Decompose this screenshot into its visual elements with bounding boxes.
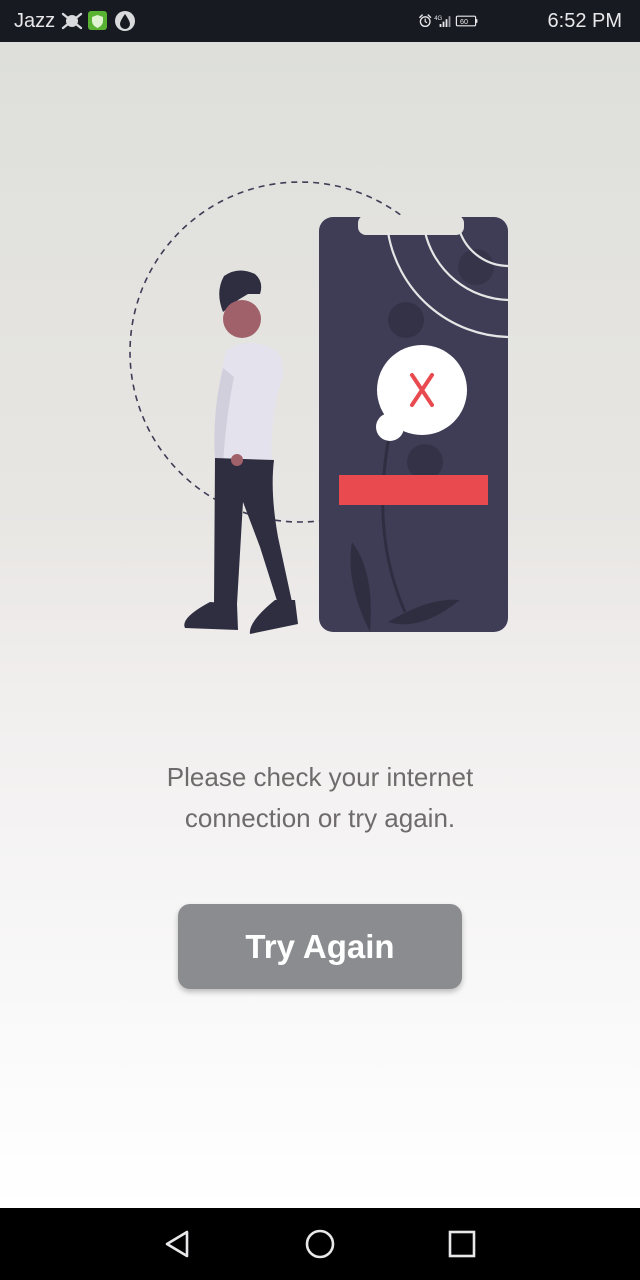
- battery-icon: 60: [455, 15, 478, 27]
- phone-graphic: [319, 215, 509, 632]
- clock-time: 6:52 PM: [547, 10, 622, 32]
- carrier-name: Jazz: [14, 10, 56, 32]
- status-left-icons: [61, 11, 135, 31]
- drop-app-icon: [115, 11, 135, 31]
- status-right-icons: 4G 60: [419, 14, 478, 28]
- network-type-label: 4G: [434, 16, 442, 22]
- back-icon[interactable]: [160, 1226, 196, 1262]
- main-content: Please check your internet connection or…: [0, 42, 640, 1208]
- signal-booster-icon: [61, 12, 83, 30]
- try-again-button[interactable]: Try Again: [178, 904, 462, 989]
- message-line-1: Please check your internet: [166, 762, 474, 792]
- connection-error-message: Please check your internet connection or…: [120, 757, 520, 839]
- message-line-2: connection or try again.: [184, 803, 456, 833]
- error-bar: [339, 475, 488, 505]
- no-connection-illustration: [129, 181, 509, 634]
- status-bar: Jazz 4G 60 6:52 PM: [0, 0, 640, 42]
- home-icon[interactable]: [302, 1226, 338, 1262]
- recents-icon[interactable]: [444, 1226, 480, 1262]
- navigation-bar: [0, 1208, 640, 1280]
- battery-level-label: 60: [460, 17, 468, 26]
- alarm-icon: [419, 14, 432, 28]
- person-figure: [184, 270, 298, 634]
- shield-app-icon: [88, 11, 107, 30]
